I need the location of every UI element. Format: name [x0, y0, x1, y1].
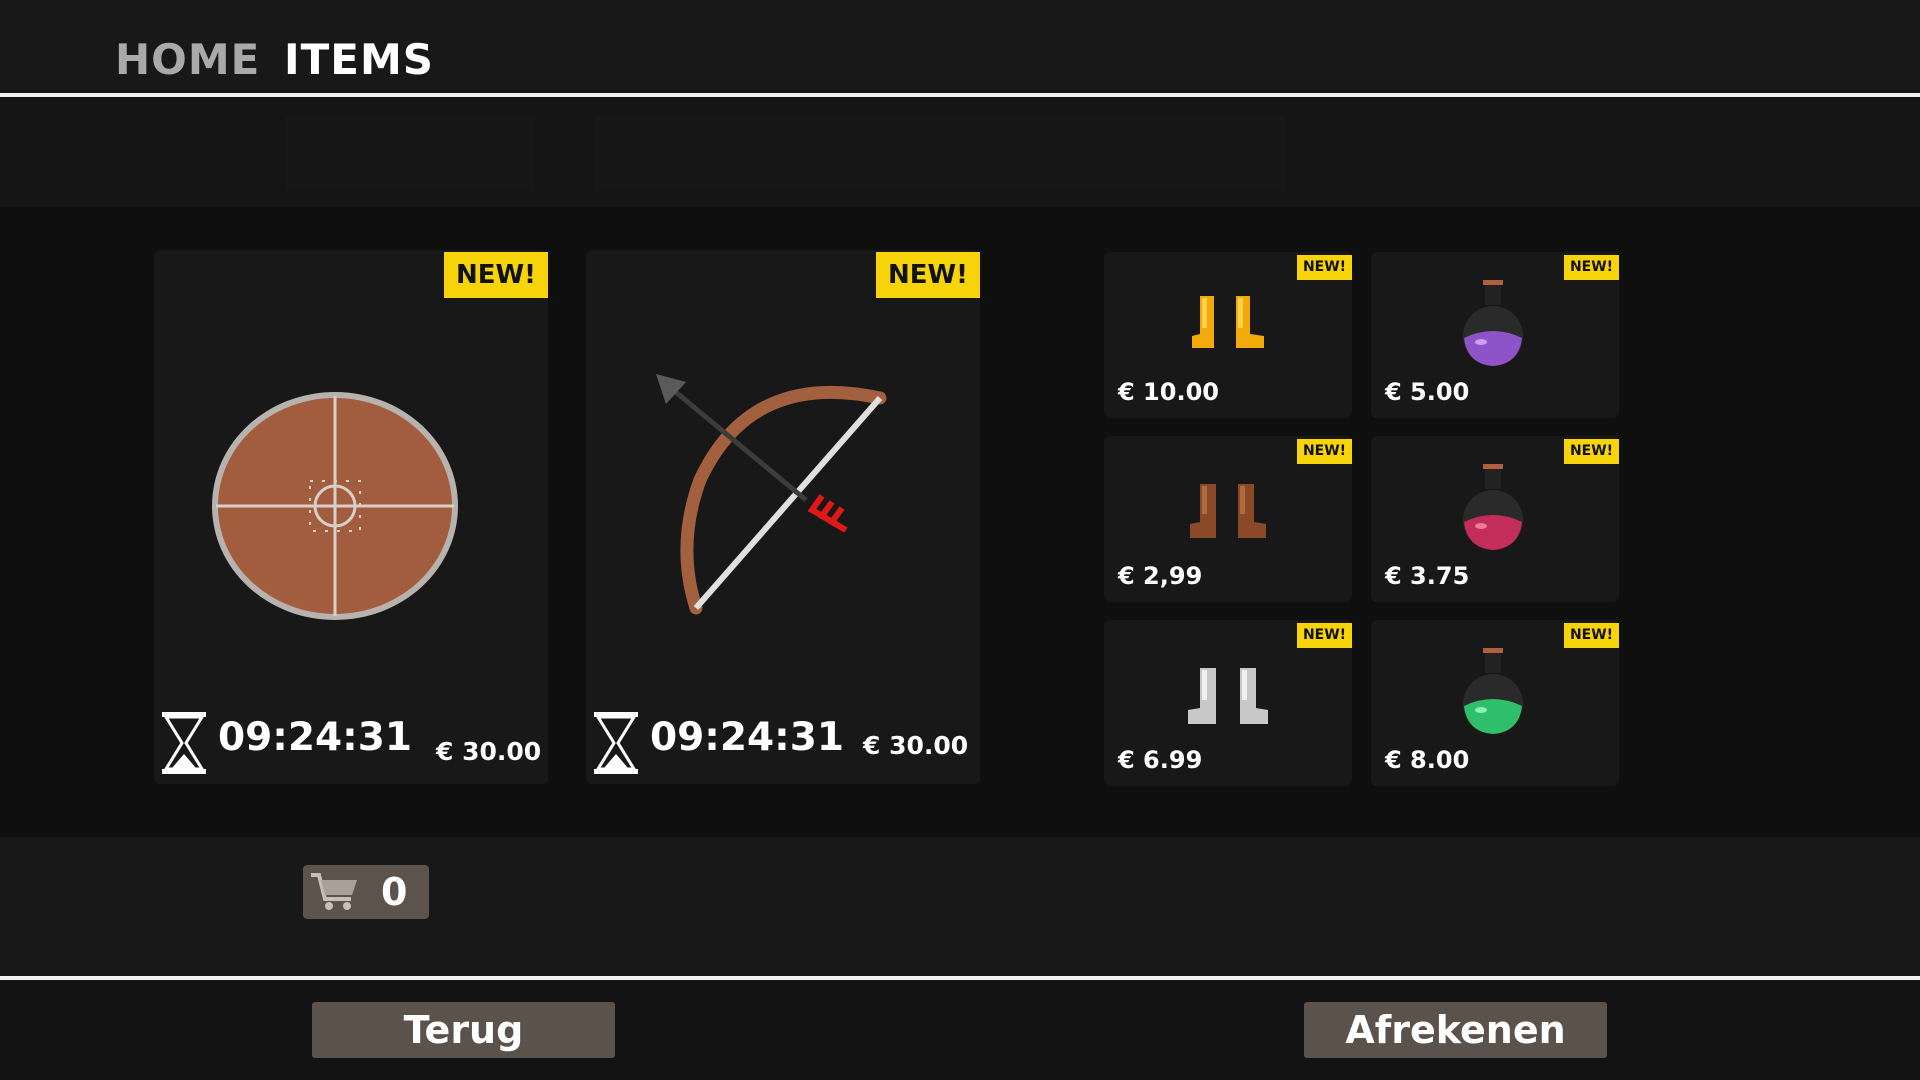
nav-items-tab[interactable]: ITEMS	[284, 36, 434, 84]
purple-potion-icon	[1463, 280, 1523, 366]
shop-item-card[interactable]: NEW! € 3.75	[1371, 436, 1619, 602]
nav-home-tab[interactable]: HOME	[115, 36, 260, 84]
header-band-panel	[595, 115, 1285, 191]
item-price: € 10.00	[1118, 378, 1219, 406]
cart-area	[0, 837, 1920, 976]
hourglass-icon	[594, 712, 638, 774]
green-potion-icon	[1463, 648, 1523, 734]
shop-item-card[interactable]: NEW! € 2,99	[1104, 436, 1352, 602]
shop-item-card[interactable]: NEW! € 5.00	[1371, 252, 1619, 418]
new-badge: NEW!	[1297, 255, 1352, 280]
item-price: € 5.00	[1385, 378, 1470, 406]
new-badge: NEW!	[1564, 439, 1619, 464]
item-price: € 2,99	[1118, 562, 1203, 590]
yellow-boots-icon	[1192, 296, 1264, 348]
cart-count: 0	[381, 870, 408, 914]
hourglass-icon	[162, 712, 206, 774]
shopping-cart-icon	[311, 873, 357, 910]
back-button[interactable]: Terug	[312, 1002, 615, 1058]
top-navigation: HOME ITEMS	[0, 0, 1920, 93]
countdown-timer: 09:24:31	[650, 715, 845, 760]
shop-item-card[interactable]: NEW! € 10.00	[1104, 252, 1352, 418]
item-price: € 8.00	[1385, 746, 1470, 774]
header-band-panel	[285, 115, 535, 191]
new-badge: NEW!	[876, 252, 980, 298]
new-badge: NEW!	[1564, 623, 1619, 648]
new-badge: NEW!	[1564, 255, 1619, 280]
item-price: € 30.00	[863, 731, 969, 760]
shopping-cart-button[interactable]: 0	[303, 865, 429, 919]
bottom-divider	[0, 976, 1920, 980]
item-price: € 3.75	[1385, 562, 1470, 590]
countdown-timer: 09:24:31	[218, 715, 413, 760]
item-price: € 6.99	[1118, 746, 1203, 774]
brown-boots-icon	[1190, 484, 1266, 538]
new-badge: NEW!	[1297, 439, 1352, 464]
white-boots-icon	[1188, 668, 1268, 724]
shop-item-card[interactable]: NEW! € 8.00	[1371, 620, 1619, 786]
featured-item-card[interactable]: NEW! 09:24:31 € 30.00	[154, 250, 548, 784]
new-badge: NEW!	[444, 252, 548, 298]
item-price: € 30.00	[436, 737, 542, 766]
shield-icon	[212, 392, 458, 620]
featured-item-card[interactable]: NEW! 09:24:31 € 30.00	[586, 250, 980, 784]
shop-item-card[interactable]: NEW! € 6.99	[1104, 620, 1352, 786]
red-potion-icon	[1463, 464, 1523, 550]
checkout-button[interactable]: Afrekenen	[1304, 1002, 1607, 1058]
bow-and-arrow-icon	[656, 374, 887, 615]
footer-bar	[0, 981, 1920, 1080]
new-badge: NEW!	[1297, 623, 1352, 648]
